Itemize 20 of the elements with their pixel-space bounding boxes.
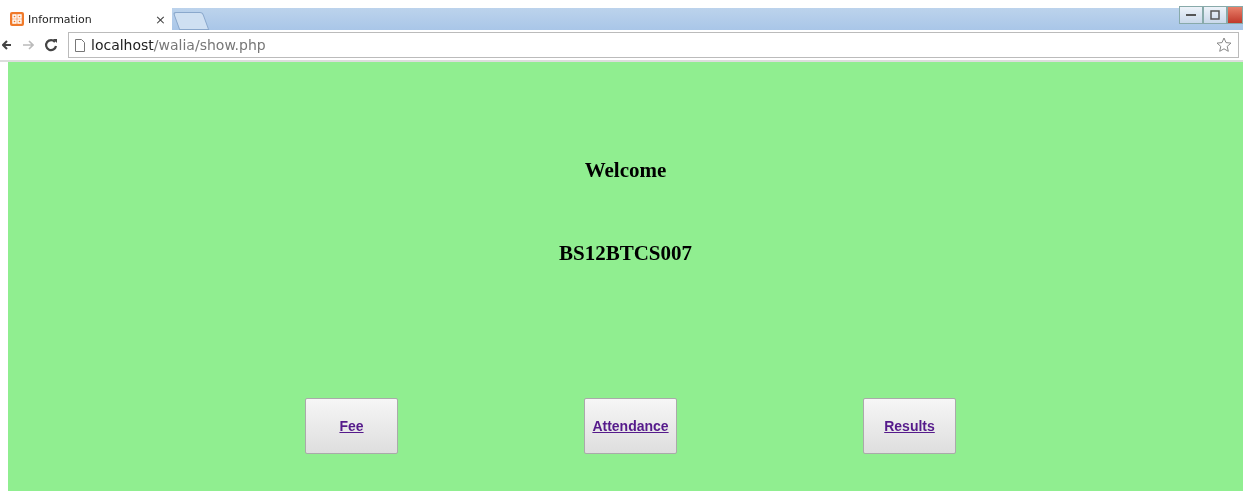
link-button[interactable]: Attendance <box>584 398 677 454</box>
page-icon <box>75 38 85 52</box>
address-bar[interactable]: localhost/walia/show.php <box>68 32 1239 58</box>
browser-tab[interactable]: Information × <box>0 8 172 30</box>
minimize-button[interactable] <box>1179 6 1203 24</box>
url-text: localhost/walia/show.php <box>91 37 266 53</box>
back-icon[interactable] <box>2 39 12 51</box>
welcome-heading: Welcome <box>584 158 667 183</box>
tab-title: Information <box>28 12 93 26</box>
student-id: BS12BTCS007 <box>558 241 692 266</box>
reload-icon[interactable] <box>44 38 58 52</box>
star-icon[interactable] <box>1216 37 1232 53</box>
link-button[interactable]: Results <box>863 398 956 454</box>
link-button[interactable]: Fee <box>305 398 398 454</box>
tab-close-button[interactable]: × <box>155 11 166 27</box>
close-button[interactable] <box>1227 6 1243 24</box>
favicon-icon <box>10 12 24 26</box>
maximize-button[interactable] <box>1203 6 1227 24</box>
minimize-icon <box>1186 13 1196 17</box>
maximize-icon <box>1210 10 1220 20</box>
